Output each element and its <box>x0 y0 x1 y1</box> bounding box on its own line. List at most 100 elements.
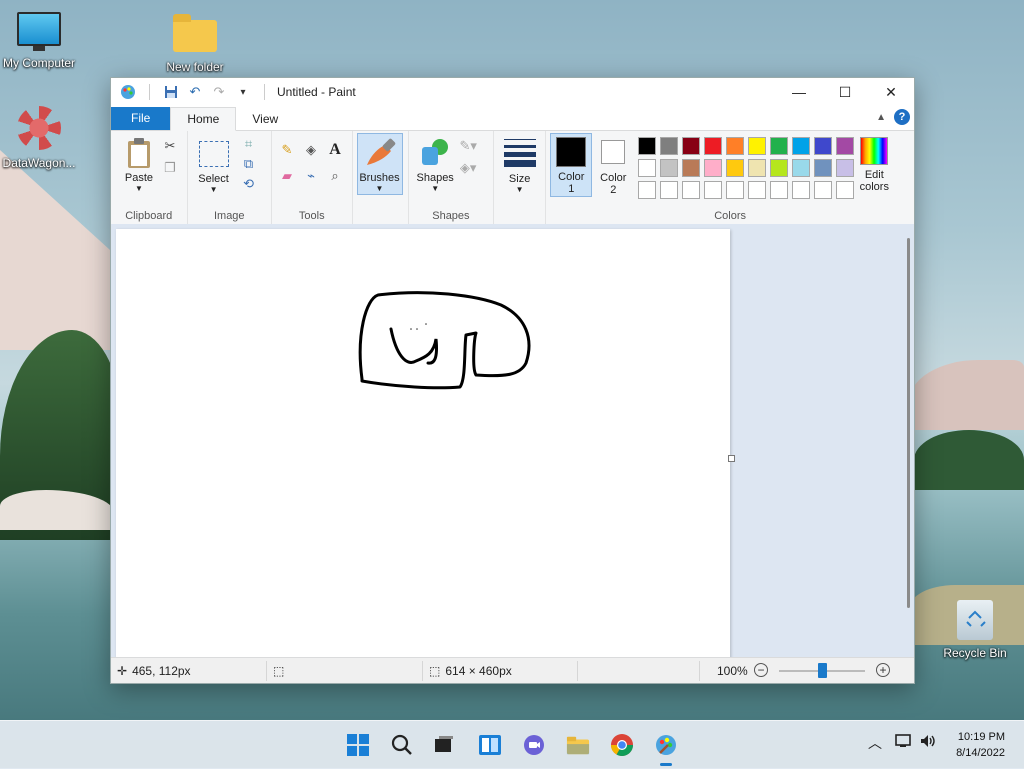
shapes-icon <box>422 139 449 165</box>
shapes-button[interactable]: Shapes ▼ <box>413 137 457 193</box>
select-button[interactable]: Select ▼ <box>192 137 236 194</box>
tab-home[interactable]: Home <box>170 107 237 131</box>
edit-colors-label: Edit <box>864 169 884 181</box>
minimize-button[interactable]: — <box>776 78 822 106</box>
palette-swatch[interactable] <box>792 137 811 155</box>
paint-app-icon[interactable] <box>119 83 137 101</box>
palette-swatch[interactable] <box>726 181 745 199</box>
widgets-icon[interactable] <box>478 733 502 757</box>
desktop-icon-recycle-bin[interactable]: Recycle Bin <box>930 600 1020 660</box>
file-explorer-icon[interactable] <box>566 733 590 757</box>
palette-swatch[interactable] <box>704 181 723 199</box>
rotate-icon[interactable]: ⟲ <box>240 175 258 193</box>
palette-swatch[interactable] <box>682 137 701 155</box>
shape-fill-icon[interactable]: ◈▾ <box>459 159 477 177</box>
palette-swatch[interactable] <box>770 137 789 155</box>
network-icon[interactable] <box>895 733 913 752</box>
chat-icon[interactable] <box>522 733 546 757</box>
color1-number: 1 <box>568 183 575 195</box>
palette-swatch[interactable] <box>682 159 701 177</box>
resize-icon[interactable]: ⧉ <box>240 155 258 173</box>
collapse-ribbon-icon[interactable]: ▲ <box>876 112 886 123</box>
outline-icon[interactable]: ✎▾ <box>459 137 477 155</box>
zoom-out-button[interactable]: − <box>754 663 768 677</box>
drawing-canvas[interactable] <box>116 229 730 657</box>
text-icon[interactable]: A <box>326 141 344 159</box>
size-button[interactable]: Size ▼ <box>498 137 542 194</box>
palette-swatch[interactable] <box>660 137 679 155</box>
palette-swatch[interactable] <box>770 181 789 199</box>
color-picker-icon[interactable]: ⌁ <box>302 167 320 185</box>
eraser-icon[interactable]: ▰ <box>278 167 296 185</box>
divider <box>577 661 578 681</box>
resize-handle[interactable] <box>728 455 735 462</box>
palette-swatch[interactable] <box>748 159 767 177</box>
dropdown-arrow-icon: ▼ <box>135 184 143 193</box>
palette-swatch[interactable] <box>814 159 833 177</box>
brushes-button[interactable]: Brushes ▼ <box>356 133 403 195</box>
show-hidden-icons[interactable]: ︿ <box>868 733 882 753</box>
edit-colors-button[interactable]: Edit colors <box>852 137 896 193</box>
customize-quick-access-icon[interactable]: ▾ <box>234 83 252 101</box>
volume-icon[interactable] <box>919 733 937 752</box>
divider <box>422 661 423 681</box>
undo-icon[interactable]: ↶ <box>186 83 204 101</box>
taskbar: ︿ 10:19 PM 8/14/2022 <box>0 720 1024 769</box>
desktop-icon-label: My Computer <box>2 56 76 70</box>
palette-swatch[interactable] <box>638 181 657 199</box>
copy-icon[interactable]: ❐ <box>161 159 179 177</box>
search-icon[interactable] <box>390 733 414 757</box>
palette-swatch[interactable] <box>748 137 767 155</box>
paint-taskbar-icon[interactable] <box>654 733 678 757</box>
palette-swatch[interactable] <box>682 181 701 199</box>
recycle-bin-icon <box>957 600 993 640</box>
clock-date: 8/14/2022 <box>956 747 1005 759</box>
help-button[interactable]: ? <box>894 109 910 125</box>
zoom-in-button[interactable]: + <box>876 663 890 677</box>
group-colors: Color 1 Color 2 Edit colors Colors <box>546 131 914 225</box>
computer-icon <box>17 12 61 51</box>
chrome-icon[interactable] <box>610 733 634 757</box>
desktop-icon-new-folder[interactable]: New folder <box>150 14 240 74</box>
clock[interactable]: 10:19 PM 8/14/2022 <box>956 729 1005 761</box>
palette-swatch[interactable] <box>704 137 723 155</box>
divider <box>699 661 700 681</box>
color2-button[interactable]: Color 2 <box>593 134 633 196</box>
folder-icon <box>173 14 217 52</box>
palette-swatch[interactable] <box>792 181 811 199</box>
fill-icon[interactable]: ◈ <box>302 141 320 159</box>
color1-button[interactable]: Color 1 <box>550 133 593 197</box>
palette-swatch[interactable] <box>814 137 833 155</box>
group-size: Size ▼ <box>494 131 547 225</box>
desktop-icon-label: DataWagon... <box>2 156 76 170</box>
palette-swatch[interactable] <box>814 181 833 199</box>
palette-swatch[interactable] <box>726 159 745 177</box>
desktop-icon-datawagon[interactable]: DataWagon... <box>0 106 84 170</box>
paste-button[interactable]: Paste ▼ <box>117 137 161 193</box>
palette-swatch[interactable] <box>638 137 657 155</box>
palette-swatch[interactable] <box>792 159 811 177</box>
palette-swatch[interactable] <box>638 159 657 177</box>
tab-file[interactable]: File <box>111 107 171 130</box>
zoom-slider-thumb[interactable] <box>818 663 827 678</box>
pencil-icon[interactable]: ✎ <box>278 141 296 159</box>
start-icon[interactable] <box>346 733 370 757</box>
task-view-icon[interactable] <box>432 733 456 757</box>
save-icon[interactable] <box>162 83 180 101</box>
palette-swatch[interactable] <box>726 137 745 155</box>
vertical-scrollbar[interactable] <box>907 238 910 608</box>
maximize-button[interactable]: ☐ <box>822 78 868 106</box>
redo-icon[interactable]: ↷ <box>210 83 228 101</box>
tab-view[interactable]: View <box>236 108 294 130</box>
size-label: Size <box>508 173 531 185</box>
close-button[interactable]: ✕ <box>868 78 914 106</box>
palette-swatch[interactable] <box>660 159 679 177</box>
palette-swatch[interactable] <box>704 159 723 177</box>
magnifier-icon[interactable]: ⌕ <box>326 167 344 185</box>
palette-swatch[interactable] <box>660 181 679 199</box>
desktop-icon-my-computer[interactable]: My Computer <box>0 12 84 70</box>
palette-swatch[interactable] <box>748 181 767 199</box>
palette-swatch[interactable] <box>770 159 789 177</box>
crop-icon[interactable]: ⌗ <box>240 135 258 153</box>
cut-icon[interactable]: ✂ <box>161 137 179 155</box>
